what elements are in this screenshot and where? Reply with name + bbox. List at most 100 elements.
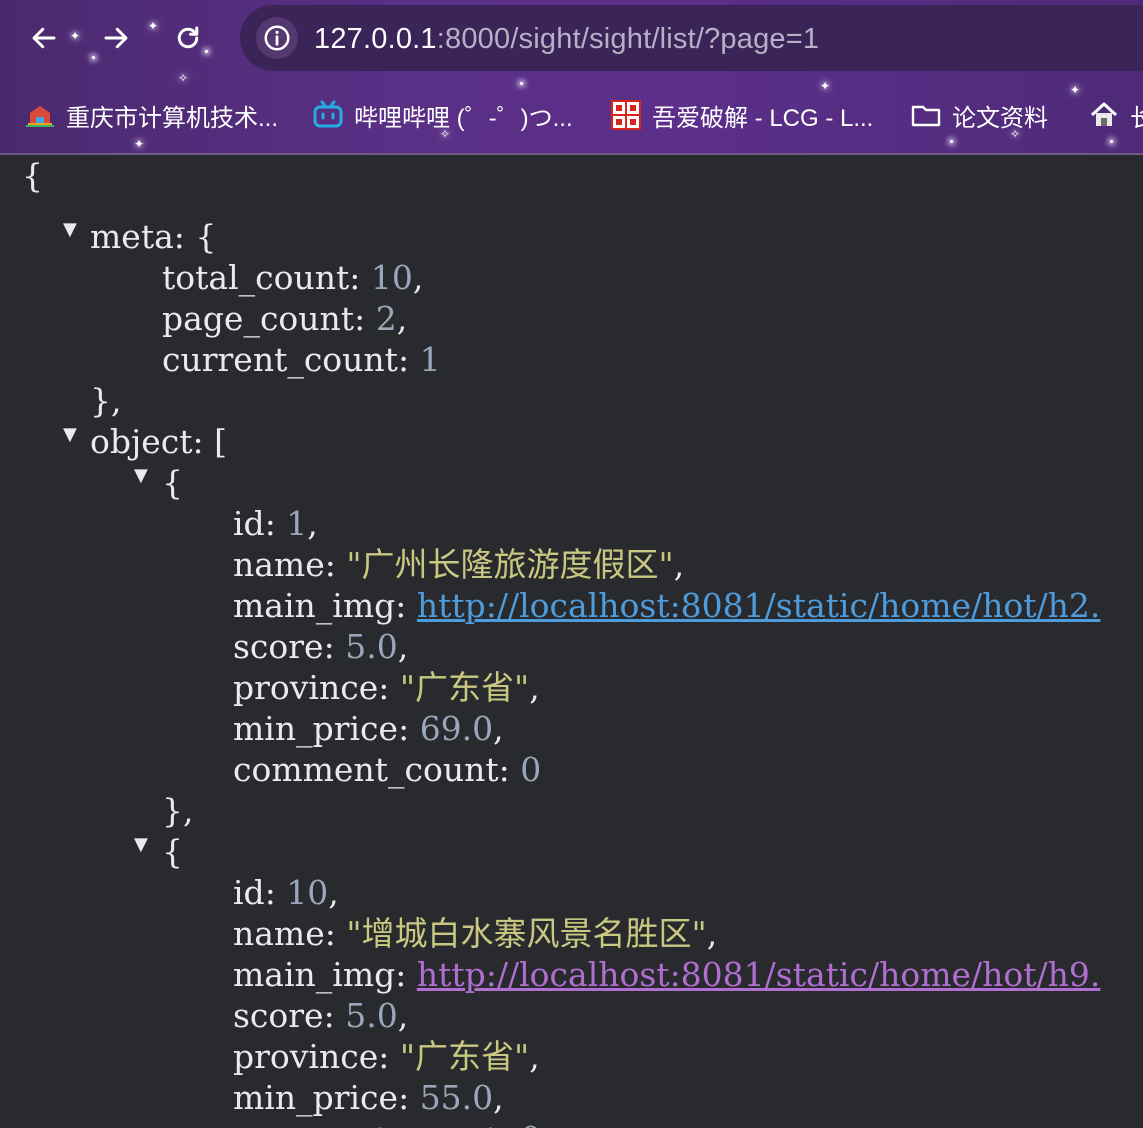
url-path: :8000/sight/sight/list/?page=1 [436,23,820,55]
string-value: "广东省" [399,668,530,707]
bookmarks-bar: 重庆市计算机技术... 哔哩哔哩 (゜-゜)つ... 吾爱破解 - LCG - … [0,92,1143,138]
bookmark-item[interactable]: 吾爱破解 - LCG - L... [610,92,873,138]
key-text: comment_count [233,750,499,789]
key-text: name [233,914,325,953]
json-field-comment-count: comment_count: 0 [233,1118,541,1128]
json-key-object: object: [ [90,422,227,461]
json-close-brace: }, [90,381,122,420]
bilibili-icon [312,99,344,131]
forward-button[interactable] [92,14,140,62]
key-text: id [233,504,265,543]
json-field-name: name: "增城白水寨风景名胜区", [233,914,718,953]
json-field-score: score: 5.0, [233,627,409,666]
collapse-toggle-object[interactable]: ▼ [63,414,77,455]
key-text: current_count [162,340,398,379]
json-field-min-price: min_price: 69.0, [233,709,504,748]
key-text: province [233,1037,379,1076]
json-field-comment-count: comment_count: 0 [233,750,542,789]
sparkle-decoration [520,82,523,85]
key-text: id [233,873,265,912]
key-text: score [233,627,324,666]
json-field-current-count: current_count: 1 [162,340,441,379]
sparkle-decoration: ✦ [134,137,145,151]
arrow-left-icon [32,27,56,49]
number-value: 1 [286,504,308,543]
bookmark-label: 吾爱破解 - LCG - L... [652,104,874,132]
bookmark-label: 长 [1130,104,1143,132]
json-field-name: name: "广州长隆旅游度假区", [233,545,685,584]
reload-button[interactable] [164,14,212,62]
json-field-page-count: page_count: 2, [162,299,408,338]
json-open-brace: { [162,463,183,502]
json-field-id: id: 10, [233,873,339,912]
bookmark-item[interactable]: 哔哩哔哩 (゜-゜)つ... [312,92,573,138]
brace: { [22,156,43,195]
key-text: min_price [233,709,399,748]
bookmark-label: 重庆市计算机技术... [66,104,279,132]
key-text: min_price [233,1078,399,1117]
bookmark-label: 哔哩哔哩 (゜-゜)つ... [354,104,573,132]
key-text: total_count [162,258,350,297]
back-button[interactable] [20,14,68,62]
collapse-toggle-meta[interactable]: ▼ [63,209,77,250]
number-value: 1 [419,340,441,379]
bookmark-item[interactable]: 重庆市计算机技术... [24,92,278,138]
json-field-province: province: "广东省", [233,1037,540,1076]
string-value: "广州长隆旅游度假区" [346,545,674,584]
key-text: meta [90,217,174,256]
url-link[interactable]: http://localhost:8081/static/home/hot/h9… [417,955,1101,994]
number-value: 10 [286,873,329,912]
json-close-brace: }, [162,791,194,830]
key-text: name [233,545,325,584]
number-value: 0 [520,1119,541,1128]
json-field-main-img: main_img: http://localhost:8081/static/h… [233,586,1101,625]
json-field-id: id: 1, [233,504,318,543]
52pojie-icon [610,99,642,131]
bookmark-folder[interactable]: 论文资料 [910,92,1048,138]
json-key-meta: meta: { [90,217,217,256]
json-field-total-count: total_count: 10, [162,258,424,297]
key-text: page_count [162,299,355,338]
json-field-province: province: "广东省", [233,668,540,707]
collapse-toggle-item[interactable]: ▼ [134,824,148,865]
number-value: 0 [520,750,542,789]
json-field-main-img: main_img: http://localhost:8081/static/h… [233,955,1101,994]
sparkle-decoration: ✦ [70,29,81,43]
key-text: comment_count [233,1119,499,1128]
json-field-min-price: min_price: 55.0, [233,1078,504,1117]
school-icon [24,99,56,131]
url-host: 127.0.0.1 [314,23,437,55]
json-open-brace: { [162,832,183,871]
arrow-right-icon [104,27,128,49]
address-bar[interactable]: 127.0.0.1:8000/sight/sight/list/?page=1 [240,5,1143,71]
sparkle-decoration: ✦ [148,19,159,33]
string-value: "广东省" [399,1037,530,1076]
reload-icon [177,26,199,49]
key-text: province [233,668,379,707]
sparkle-decoration: ✦ [820,79,831,93]
number-value: 5.0 [345,627,398,666]
site-info-button[interactable] [256,17,298,59]
key-text: main_img [233,586,396,625]
folder-icon [910,99,942,131]
browser-toolbar: ✦ ✦ ✧ ✦ ✧ ✦ ✧ ✦ 127.0.0.1:8000/sight/sig… [0,0,1143,153]
key-text: score [233,996,324,1035]
sparkle-decoration [1110,140,1113,143]
home-icon [1088,99,1120,131]
number-value: 5.0 [345,996,398,1035]
info-icon [264,25,290,51]
number-value: 10 [370,258,413,297]
bookmark-item[interactable]: 长 [1088,92,1143,138]
number-value: 2 [375,299,397,338]
sparkle-decoration: ✧ [178,71,189,85]
bookmark-label: 论文资料 [952,104,1048,132]
collapse-toggle-item[interactable]: ▼ [134,455,148,496]
json-viewer: { ▼ meta: { total_count: 10, page_count:… [0,155,1143,1128]
key-text: main_img [233,955,396,994]
number-value: 69.0 [419,709,494,748]
sparkle-decoration [950,140,953,143]
json-open-brace: { [22,155,43,196]
url-text[interactable]: 127.0.0.1:8000/sight/sight/list/?page=1 [314,23,819,55]
number-value: 55.0 [419,1078,494,1117]
url-link[interactable]: http://localhost:8081/static/home/hot/h2… [417,586,1101,625]
